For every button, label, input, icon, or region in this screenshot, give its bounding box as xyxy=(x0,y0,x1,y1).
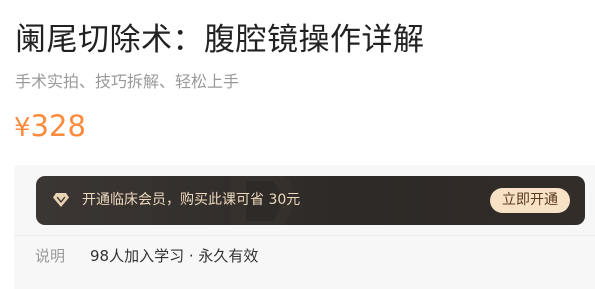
course-price: ¥328 xyxy=(14,106,86,148)
currency-symbol: ¥ xyxy=(14,113,31,143)
vip-membership-banner[interactable]: 开通临床会员，购买此课可省 30元 立即开通 xyxy=(36,176,585,225)
description-value: 98人加入学习 · 永久有效 xyxy=(90,247,259,265)
divider xyxy=(14,235,595,236)
description-label: 说明 xyxy=(35,247,66,265)
course-subtitle: 手术实拍、技巧拆解、轻松上手 xyxy=(15,72,240,91)
course-detail-page: 阑尾切除术：腹腔镜操作详解 手术实拍、技巧拆解、轻松上手 ¥328 开通临床会员… xyxy=(0,0,595,289)
price-amount: 328 xyxy=(30,109,86,143)
course-title: 阑尾切除术：腹腔镜操作详解 xyxy=(15,22,425,58)
info-panel: 开通临床会员，购买此课可省 30元 立即开通 说明 98人加入学习 · 永久有效 xyxy=(14,165,595,289)
activate-membership-button[interactable]: 立即开通 xyxy=(490,188,570,213)
vip-offer-text: 开通临床会员，购买此课可省 30元 xyxy=(82,192,301,208)
diamond-icon xyxy=(53,193,69,207)
